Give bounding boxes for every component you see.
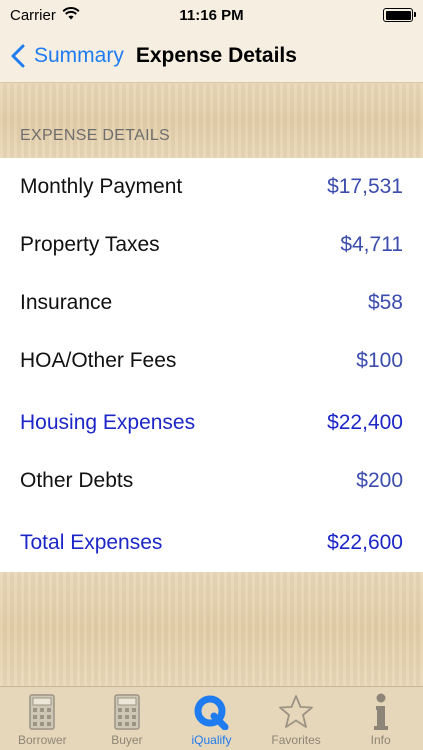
row-label: Total Expenses: [20, 531, 163, 554]
row-label: HOA/Other Fees: [20, 349, 177, 372]
total-expenses-row: Total Expenses $22,600: [0, 514, 423, 572]
back-button-label: Summary: [34, 44, 124, 67]
housing-expenses-row: Housing Expenses $22,400: [0, 394, 423, 452]
tab-buyer[interactable]: Buyer: [85, 687, 170, 750]
tab-label: Buyer: [111, 733, 143, 747]
row-value: $22,600: [327, 531, 403, 554]
row-label: Insurance: [20, 291, 113, 314]
status-bar: Carrier 11:16 PM: [0, 0, 423, 30]
iqualify-q-icon: [191, 693, 231, 731]
list-item: Insurance $58: [0, 274, 423, 332]
nav-bar: Summary Expense Details: [0, 30, 423, 83]
calculator-icon: [29, 693, 56, 731]
list-item: HOA/Other Fees $100: [0, 332, 423, 390]
calculator-icon: [114, 693, 140, 731]
carrier-label: Carrier: [10, 6, 56, 24]
tab-bar: Borrower Buyer iQualify Favorites Info: [0, 686, 423, 750]
row-value: $100: [356, 349, 403, 372]
section-header: EXPENSE DETAILS: [20, 127, 171, 144]
chevron-left-icon: [11, 44, 25, 68]
tab-borrower[interactable]: Borrower: [0, 687, 85, 750]
tab-label: Borrower: [17, 733, 67, 747]
row-value: $200: [356, 469, 403, 492]
row-value: $22,400: [327, 411, 403, 434]
back-button[interactable]: Summary: [0, 44, 124, 68]
expense-list: Monthly Payment $17,531 Property Taxes $…: [0, 158, 423, 572]
page-title: Expense Details: [135, 44, 297, 67]
status-right: [273, 8, 416, 22]
tab-iqualify[interactable]: iQualify: [169, 687, 254, 750]
tab-favorites[interactable]: Favorites: [254, 687, 339, 750]
tab-label: Favorites: [271, 733, 321, 747]
row-label: Other Debts: [20, 469, 134, 492]
row-label: Property Taxes: [20, 233, 160, 256]
star-icon: [278, 693, 314, 731]
battery-icon: [383, 8, 416, 22]
info-icon: [371, 693, 391, 731]
row-value: $58: [367, 291, 403, 314]
row-label: Housing Expenses: [20, 411, 196, 434]
tab-info[interactable]: Info: [338, 687, 423, 750]
row-value: $17,531: [327, 175, 403, 198]
wood-background-bottom: [0, 572, 423, 686]
wifi-icon: [62, 6, 80, 24]
status-left: Carrier: [10, 7, 150, 24]
row-value: $4,711: [340, 233, 403, 256]
list-item: Other Debts $200: [0, 452, 423, 510]
list-item: Monthly Payment $17,531: [0, 158, 423, 216]
wood-background-top: [0, 84, 423, 158]
status-time: 11:16 PM: [179, 6, 244, 24]
row-label: Monthly Payment: [20, 175, 183, 198]
list-item: Property Taxes $4,711: [0, 216, 423, 274]
tab-label: iQualify: [191, 733, 232, 747]
tab-label: Info: [370, 733, 391, 747]
